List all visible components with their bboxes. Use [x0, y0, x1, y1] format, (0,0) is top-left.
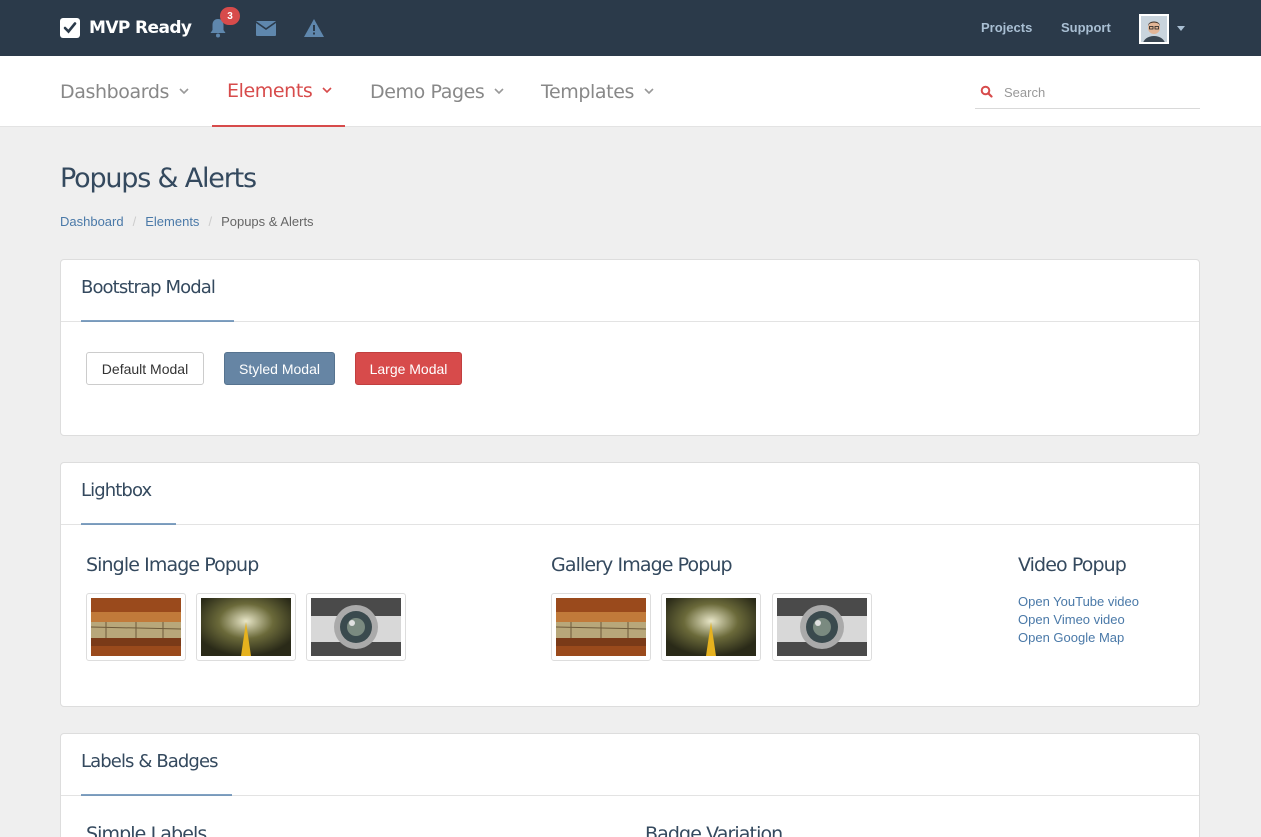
lightbox-portlet: Lightbox Single Image Popup Gallery Imag…	[60, 462, 1200, 707]
simple-labels-title: Simple Labels	[86, 823, 207, 837]
nav-dashboards-label: Dashboards	[60, 80, 169, 103]
notification-badge: 3	[220, 7, 240, 25]
warning-icon[interactable]	[303, 17, 325, 39]
chevron-down-icon	[494, 88, 504, 95]
user-menu-caret-icon[interactable]	[1177, 26, 1185, 31]
large-modal-button[interactable]: Large Modal	[355, 352, 462, 385]
portlet-title: Lightbox	[81, 480, 152, 501]
nav-elements-label: Elements	[227, 79, 313, 102]
styled-modal-button[interactable]: Styled Modal	[224, 352, 335, 385]
breadcrumb-dashboard[interactable]: Dashboard	[60, 214, 124, 229]
search-box	[975, 80, 1200, 109]
brand-name: MVP Ready	[89, 18, 192, 38]
top-navbar: MVP Ready 3 Projects Support	[0, 0, 1261, 56]
bootstrap-modal-portlet: Bootstrap Modal Default Modal Styled Mod…	[60, 259, 1200, 436]
nav-dashboards[interactable]: Dashboards	[60, 56, 189, 127]
portlet-title-underline	[81, 523, 176, 525]
breadcrumb-separator: /	[132, 214, 137, 229]
breadcrumb-separator: /	[208, 214, 213, 229]
portlet-title: Bootstrap Modal	[81, 277, 216, 298]
chevron-down-icon	[322, 87, 332, 94]
thumb-brick-wall[interactable]	[86, 593, 186, 661]
projects-link[interactable]: Projects	[981, 20, 1032, 35]
portlet-header: Lightbox	[61, 463, 1199, 525]
gallery-thumb-highway[interactable]	[661, 593, 761, 661]
nav-elements[interactable]: Elements	[212, 56, 345, 127]
nav-templates[interactable]: Templates	[541, 56, 654, 127]
gallery-thumb-camera-lens[interactable]	[772, 593, 872, 661]
envelope-icon[interactable]	[255, 17, 277, 39]
portlet-title: Labels & Badges	[81, 751, 219, 772]
nav-demo-pages[interactable]: Demo Pages	[370, 56, 504, 127]
user-avatar[interactable]	[1139, 14, 1169, 44]
breadcrumb-elements[interactable]: Elements	[145, 214, 199, 229]
thumb-highway[interactable]	[196, 593, 296, 661]
page-title: Popups & Alerts	[60, 163, 257, 194]
brand-check-icon	[60, 18, 80, 38]
breadcrumb: Dashboard / Elements / Popups & Alerts	[60, 214, 314, 229]
search-icon	[980, 85, 993, 98]
labels-badges-portlet: Labels & Badges Simple Labels Badge Vari…	[60, 733, 1200, 837]
single-image-popup-title: Single Image Popup	[86, 554, 259, 576]
nav-templates-label: Templates	[541, 80, 634, 103]
open-youtube-link[interactable]: Open YouTube video	[1018, 594, 1139, 609]
badge-variation-title: Badge Variation	[645, 823, 783, 837]
search-input[interactable]	[1004, 82, 1194, 102]
open-google-map-link[interactable]: Open Google Map	[1018, 630, 1124, 645]
open-vimeo-link[interactable]: Open Vimeo video	[1018, 612, 1125, 627]
portlet-title-underline	[81, 320, 234, 322]
portlet-title-underline	[81, 794, 232, 796]
breadcrumb-current: Popups & Alerts	[221, 214, 314, 229]
thumb-camera-lens[interactable]	[306, 593, 406, 661]
brand[interactable]: MVP Ready	[60, 14, 192, 42]
chevron-down-icon	[644, 88, 654, 95]
nav-demo-pages-label: Demo Pages	[370, 80, 485, 103]
chevron-down-icon	[179, 88, 189, 95]
support-link[interactable]: Support	[1061, 20, 1111, 35]
video-popup-title: Video Popup	[1018, 554, 1127, 576]
portlet-header: Labels & Badges	[61, 734, 1199, 796]
gallery-thumb-brick-wall[interactable]	[551, 593, 651, 661]
default-modal-button[interactable]: Default Modal	[86, 352, 204, 385]
gallery-image-popup-title: Gallery Image Popup	[551, 554, 733, 576]
portlet-header: Bootstrap Modal	[61, 260, 1199, 322]
